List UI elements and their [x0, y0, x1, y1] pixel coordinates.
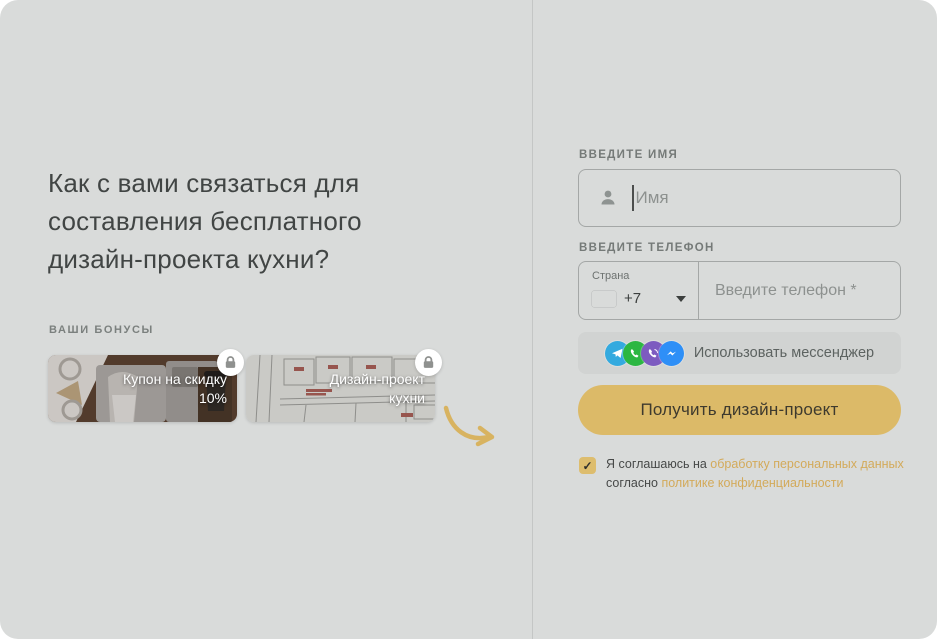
bonuses-section-label: ВАШИ БОНУСЫ [49, 324, 154, 336]
bonus-card-design-project: Дизайн-проект кухни [246, 355, 435, 422]
use-messenger-label: Использовать мессенджер [694, 345, 874, 361]
vertical-divider [532, 0, 533, 639]
bonus-cards: Купон на скидку 10% [48, 355, 435, 422]
messenger-icon [659, 341, 684, 366]
name-field[interactable] [578, 169, 901, 227]
bonus-card-title: Дизайн-проект кухни [330, 370, 425, 408]
dial-code: +7 [624, 290, 641, 307]
messenger-icons [605, 341, 684, 366]
get-design-project-button[interactable]: Получить дизайн-проект [578, 385, 901, 435]
person-icon [597, 187, 619, 209]
lock-icon [217, 349, 244, 376]
lead-form-modal: Как с вами связаться для составления бес… [0, 0, 937, 639]
name-field-label: ВВЕДИТЕ ИМЯ [579, 149, 678, 161]
phone-field-label: ВВЕДИТЕ ТЕЛЕФОН [579, 242, 715, 254]
personal-data-link[interactable]: обработку персональных данных [710, 457, 903, 471]
phone-input-wrap [699, 262, 900, 319]
russia-flag-icon [592, 291, 616, 307]
bonus-card-title: Купон на скидку 10% [123, 370, 227, 408]
consent-text: Я соглашаюсь на обработку персональных д… [606, 455, 910, 493]
use-messenger-button[interactable]: Использовать мессенджер [578, 332, 901, 374]
phone-field-group: Страна +7 [578, 261, 901, 320]
country-select[interactable]: Страна +7 [579, 262, 699, 319]
name-input[interactable] [634, 188, 901, 208]
chevron-down-icon [676, 296, 686, 302]
bonus-card-discount-coupon: Купон на скидку 10% [48, 355, 237, 422]
page-title: Как с вами связаться для составления бес… [48, 164, 448, 278]
phone-input[interactable] [715, 282, 900, 300]
country-select-label: Страна [592, 270, 686, 282]
privacy-policy-link[interactable]: политике конфиденциальности [661, 476, 843, 490]
consent-row: ✓ Я соглашаюсь на обработку персональных… [578, 455, 910, 493]
curved-arrow-icon [436, 402, 500, 465]
consent-checkbox[interactable]: ✓ [579, 457, 596, 474]
lock-icon [415, 349, 442, 376]
